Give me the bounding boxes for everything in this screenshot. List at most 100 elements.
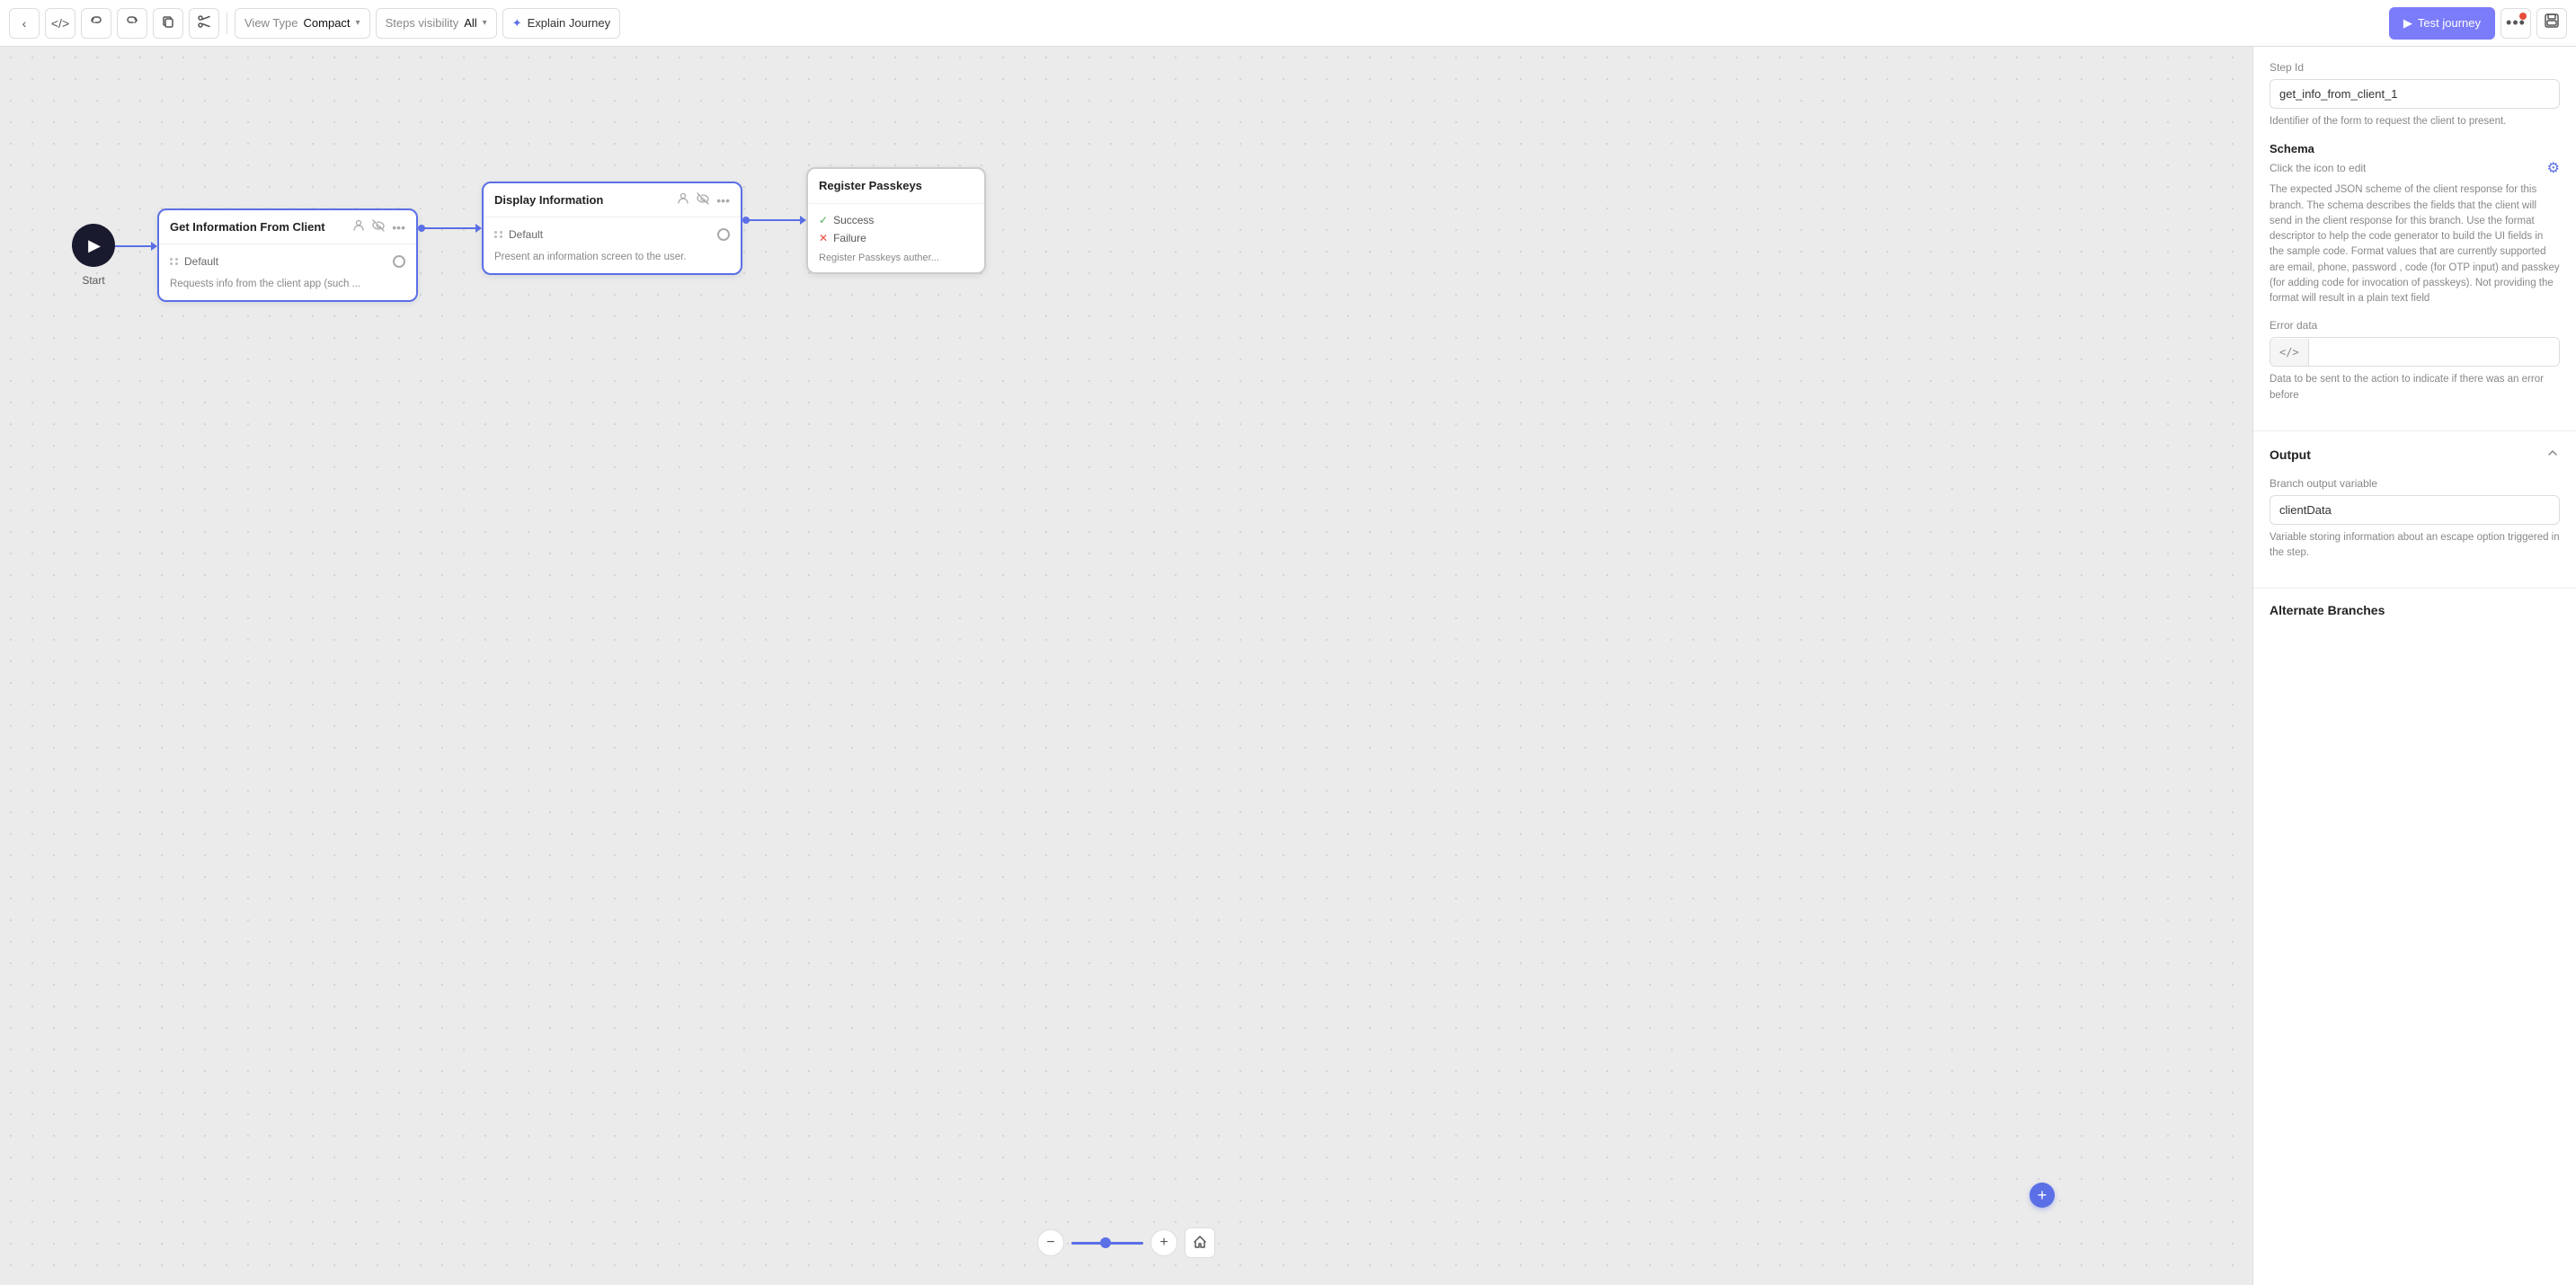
eye-off-icon[interactable] xyxy=(372,219,385,235)
node-more-icon[interactable]: ••• xyxy=(392,220,405,235)
back-icon: ‹ xyxy=(22,16,27,31)
schema-label: Schema xyxy=(2270,142,2314,155)
error-data-input-wrap: </> xyxy=(2270,337,2560,367)
register-success-branch: ✓ Success xyxy=(819,211,973,229)
add-node-button-container: + xyxy=(2030,1183,2055,1208)
schema-row: Schema xyxy=(2270,142,2560,155)
node-get-info-branch: Default xyxy=(170,252,405,271)
add-node-button[interactable]: + xyxy=(2030,1183,2055,1208)
collapse-output-button[interactable] xyxy=(2545,446,2560,465)
explain-journey-button[interactable]: ✦ Explain Journey xyxy=(502,8,620,39)
node-get-info-body: Default Requests info from the client ap… xyxy=(159,244,416,300)
branch-output-field: Branch output variable Variable storing … xyxy=(2270,477,2560,562)
save-button[interactable] xyxy=(2536,8,2567,39)
flow-container: ▶ Start Get Information From Client xyxy=(72,208,986,302)
sparkle-icon: ✦ xyxy=(512,16,522,31)
drag-dot xyxy=(170,262,173,265)
step-id-label: Step Id xyxy=(2270,61,2560,74)
start-node[interactable]: ▶ Start xyxy=(72,224,115,287)
steps-visibility-dropdown[interactable]: Steps visibility All ▾ xyxy=(376,8,497,39)
node-get-info-actions: ••• xyxy=(352,219,405,235)
x-icon: ✕ xyxy=(819,232,828,244)
copy-button[interactable] xyxy=(153,8,183,39)
drag-handle[interactable] xyxy=(170,258,179,265)
main-area: ▶ Start Get Information From Client xyxy=(0,47,2576,1285)
view-type-dropdown[interactable]: View Type Compact ▾ xyxy=(235,8,370,39)
node-get-info-desc: Requests info from the client app (such … xyxy=(170,277,405,291)
code-button[interactable]: </> xyxy=(45,8,76,39)
back-button[interactable]: ‹ xyxy=(9,8,40,39)
test-journey-label: Test journey xyxy=(2418,16,2481,30)
node-register-header: Register Passkeys xyxy=(808,169,984,204)
home-button[interactable] xyxy=(1185,1227,1215,1258)
step-id-desc: Identifier of the form to request the cl… xyxy=(2270,114,2560,129)
alternate-branches-section: Alternate Branches xyxy=(2253,589,2576,644)
zoom-slider-thumb xyxy=(1100,1237,1111,1248)
node-register-title: Register Passkeys xyxy=(819,179,922,192)
node-display-info-branch: Default xyxy=(494,225,730,244)
copy-icon xyxy=(161,14,175,31)
display-more-icon[interactable]: ••• xyxy=(716,193,730,208)
schema-field: Schema Click the icon to edit ⚙ The expe… xyxy=(2270,142,2560,306)
branch-output-input[interactable] xyxy=(2270,495,2560,525)
drag-dot xyxy=(494,231,497,234)
node-display-info[interactable]: Display Information ••• xyxy=(482,182,742,275)
scissors-button[interactable] xyxy=(189,8,219,39)
schema-desc: The expected JSON scheme of the client r… xyxy=(2270,182,2560,306)
node-display-info-title: Display Information xyxy=(494,193,603,207)
zoom-in-button[interactable]: + xyxy=(1150,1229,1177,1256)
arrow xyxy=(800,216,806,225)
right-panel: Step Id Identifier of the form to reques… xyxy=(2252,47,2576,1285)
zoom-controls: − + xyxy=(1037,1227,1215,1258)
drag-dot xyxy=(500,235,502,238)
code-icon: </> xyxy=(51,16,69,31)
drag-dot xyxy=(175,262,178,265)
register-success-label: Success xyxy=(833,214,874,226)
error-data-field: Error data </> Data to be sent to the ac… xyxy=(2270,319,2560,403)
branch-output-label: Branch output variable xyxy=(2270,477,2560,490)
view-type-label: View Type xyxy=(244,16,298,30)
minus-icon: − xyxy=(1046,1235,1054,1251)
drag-dot xyxy=(500,231,502,234)
branch-output-desc: Variable storing information about an es… xyxy=(2270,530,2560,562)
play-icon: ▶ xyxy=(2403,16,2412,31)
more-options-button[interactable]: ••• xyxy=(2500,8,2531,39)
view-type-value: Compact xyxy=(304,16,351,30)
zoom-slider[interactable] xyxy=(1071,1242,1143,1245)
test-journey-button[interactable]: ▶ Test journey xyxy=(2389,7,2495,40)
check-icon: ✓ xyxy=(819,214,828,226)
node-display-info-header: Display Information ••• xyxy=(484,183,741,217)
connector-getinfo-display xyxy=(418,224,482,233)
display-user-icon[interactable] xyxy=(677,192,689,208)
error-data-label: Error data xyxy=(2270,319,2560,332)
chevron-down-icon: ▾ xyxy=(356,18,360,28)
node-register-passkeys[interactable]: Register Passkeys ✓ Success ✕ Failure Re… xyxy=(806,167,986,274)
zoom-out-button[interactable]: − xyxy=(1037,1229,1064,1256)
drag-dot xyxy=(175,258,178,261)
display-branch-handle[interactable] xyxy=(717,228,730,241)
user-icon[interactable] xyxy=(352,219,365,235)
undo-button[interactable] xyxy=(81,8,111,39)
scissors-icon xyxy=(197,14,211,31)
toolbar: ‹ </> xyxy=(0,0,2576,47)
redo-button[interactable] xyxy=(117,8,147,39)
schema-click-text: Click the icon to edit xyxy=(2270,162,2366,174)
step-id-section: Step Id Identifier of the form to reques… xyxy=(2253,47,2576,431)
line xyxy=(115,245,151,247)
steps-visibility-label: Steps visibility xyxy=(386,16,459,30)
step-id-input[interactable] xyxy=(2270,79,2560,109)
error-data-input[interactable] xyxy=(2309,338,2559,366)
start-circle[interactable]: ▶ xyxy=(72,224,115,267)
node-get-info[interactable]: Get Information From Client ••• xyxy=(157,208,418,302)
canvas[interactable]: ▶ Start Get Information From Client xyxy=(0,47,2252,1285)
register-failure-branch: ✕ Failure xyxy=(819,229,973,247)
redo-icon xyxy=(125,14,139,31)
register-failure-label: Failure xyxy=(833,232,866,244)
notification-dot xyxy=(2519,13,2527,20)
node-get-info-branch-label: Default xyxy=(184,255,218,268)
display-eye-off-icon[interactable] xyxy=(697,192,709,208)
branch-handle[interactable] xyxy=(393,255,405,268)
line xyxy=(422,227,475,229)
node-display-info-actions: ••• xyxy=(677,192,730,208)
gear-icon[interactable]: ⚙ xyxy=(2547,159,2560,177)
